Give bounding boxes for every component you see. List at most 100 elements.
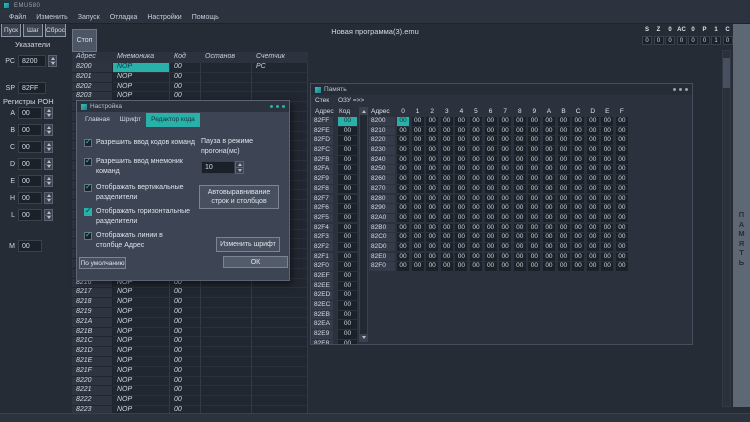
memory-cell[interactable]: 00: [470, 146, 482, 155]
memory-cell[interactable]: 00: [426, 156, 438, 165]
memory-cell[interactable]: 00: [572, 204, 584, 213]
memory-address-cell[interactable]: 8230: [369, 146, 395, 155]
spin-down-button[interactable]: [44, 131, 53, 137]
memory-cell[interactable]: 00: [441, 156, 453, 165]
memory-cell[interactable]: 00: [499, 165, 511, 174]
memory-cell[interactable]: 00: [514, 175, 526, 184]
memory-cell[interactable]: 00: [470, 165, 482, 174]
memory-cell[interactable]: 00: [543, 233, 555, 242]
table-cell[interactable]: PC: [252, 63, 308, 73]
address-cell[interactable]: 8217: [72, 288, 113, 298]
tab-1[interactable]: Шрифт: [115, 113, 146, 127]
memory-cell[interactable]: 00: [601, 214, 613, 223]
memory-cell[interactable]: 00: [616, 127, 628, 136]
memory-cell[interactable]: 00: [499, 243, 511, 252]
menu-item-5[interactable]: Помощь: [187, 11, 224, 24]
memory-cell[interactable]: 00: [470, 243, 482, 252]
memory-cell[interactable]: 00: [426, 146, 438, 155]
memory-cell[interactable]: 00: [543, 224, 555, 233]
address-cell[interactable]: 8223: [72, 406, 113, 413]
register-field-A[interactable]: 00: [18, 107, 42, 119]
scrollbar-thumb[interactable]: [723, 58, 730, 88]
memory-cell[interactable]: 00: [397, 262, 409, 271]
memory-cell[interactable]: 00: [543, 214, 555, 223]
memory-cell[interactable]: 00: [485, 136, 497, 145]
memory-cell[interactable]: 00: [455, 195, 467, 204]
memory-address-cell[interactable]: 82A0: [369, 214, 395, 223]
memory-cell[interactable]: 00: [543, 136, 555, 145]
table-cell[interactable]: [252, 308, 308, 318]
stack-value-cell[interactable]: 00: [338, 320, 357, 329]
flag-value[interactable]: 0: [665, 36, 675, 45]
stack-value-cell[interactable]: 00: [338, 156, 357, 165]
right-scrollbar[interactable]: [722, 50, 731, 407]
memory-cell[interactable]: 00: [514, 195, 526, 204]
memory-cell[interactable]: 00: [412, 127, 424, 136]
memory-cell[interactable]: 00: [587, 243, 599, 252]
memory-cell[interactable]: 00: [412, 117, 424, 126]
memory-address-cell[interactable]: 8260: [369, 175, 395, 184]
flag-value[interactable]: 0: [642, 36, 652, 45]
memory-cell[interactable]: 00: [601, 156, 613, 165]
memory-cell[interactable]: 00: [587, 136, 599, 145]
table-cell[interactable]: 00: [170, 377, 201, 387]
memory-cell[interactable]: 00: [543, 195, 555, 204]
memory-address-cell[interactable]: 8290: [369, 204, 395, 213]
memory-cell[interactable]: 00: [543, 175, 555, 184]
step-button[interactable]: Шаг: [23, 23, 43, 37]
memory-cell[interactable]: 00: [426, 175, 438, 184]
memory-cell[interactable]: 00: [558, 262, 570, 271]
memory-cell[interactable]: 00: [601, 224, 613, 233]
memory-address-cell[interactable]: 82B0: [369, 224, 395, 233]
memory-address-cell[interactable]: 8240: [369, 156, 395, 165]
change-font-button[interactable]: Изменить шрифт: [216, 237, 280, 252]
stack-address-cell[interactable]: 82F7: [312, 195, 333, 204]
memory-cell[interactable]: 00: [528, 117, 540, 126]
table-cell[interactable]: NOP: [113, 63, 170, 73]
memory-cell[interactable]: 00: [499, 156, 511, 165]
memory-cell[interactable]: 00: [455, 117, 467, 126]
stack-value-cell[interactable]: 00: [338, 282, 357, 291]
table-cell[interactable]: 00: [170, 318, 201, 328]
table-cell[interactable]: NOP: [113, 357, 170, 367]
memory-cell[interactable]: 00: [441, 185, 453, 194]
memory-cell[interactable]: 00: [426, 253, 438, 262]
memory-cell[interactable]: 00: [470, 233, 482, 242]
memory-cell[interactable]: 00: [514, 185, 526, 194]
stack-address-cell[interactable]: 82F0: [312, 262, 333, 271]
table-cell[interactable]: 00: [170, 298, 201, 308]
memory-cell[interactable]: 00: [412, 214, 424, 223]
memory-cell[interactable]: 00: [397, 204, 409, 213]
table-cell[interactable]: [201, 357, 252, 367]
memory-address-cell[interactable]: 82F0: [369, 262, 395, 271]
table-cell[interactable]: 00: [170, 367, 201, 377]
flag-value[interactable]: 1: [711, 36, 721, 45]
stack-header[interactable]: Стек: [315, 97, 329, 104]
memory-cell[interactable]: 00: [441, 165, 453, 174]
memory-cell[interactable]: 00: [558, 233, 570, 242]
memory-cell[interactable]: 00: [601, 146, 613, 155]
stack-address-cell[interactable]: 82F1: [312, 253, 333, 262]
memory-cell[interactable]: 00: [455, 233, 467, 242]
memory-cell[interactable]: 00: [543, 165, 555, 174]
memory-cell[interactable]: 00: [616, 185, 628, 194]
memory-cell[interactable]: 00: [572, 224, 584, 233]
memory-address-cell[interactable]: 8280: [369, 195, 395, 204]
stack-value-cell[interactable]: 00: [338, 127, 357, 136]
table-cell[interactable]: NOP: [113, 288, 170, 298]
stack-address-cell[interactable]: 82E9: [312, 330, 333, 339]
memory-cell[interactable]: 00: [514, 243, 526, 252]
table-cell[interactable]: 00: [170, 308, 201, 318]
memory-cell[interactable]: 00: [616, 175, 628, 184]
window-control-icon[interactable]: [270, 105, 273, 108]
memory-cell[interactable]: 00: [616, 233, 628, 242]
menu-item-1[interactable]: Изменить: [31, 11, 73, 24]
memory-cell[interactable]: 00: [397, 214, 409, 223]
memory-cell[interactable]: 00: [441, 136, 453, 145]
memory-cell[interactable]: 00: [528, 253, 540, 262]
memory-cell[interactable]: 00: [572, 136, 584, 145]
memory-cell[interactable]: 00: [528, 165, 540, 174]
table-cell[interactable]: NOP: [113, 396, 170, 406]
table-cell[interactable]: [201, 396, 252, 406]
checkbox[interactable]: ✓: [84, 208, 92, 216]
